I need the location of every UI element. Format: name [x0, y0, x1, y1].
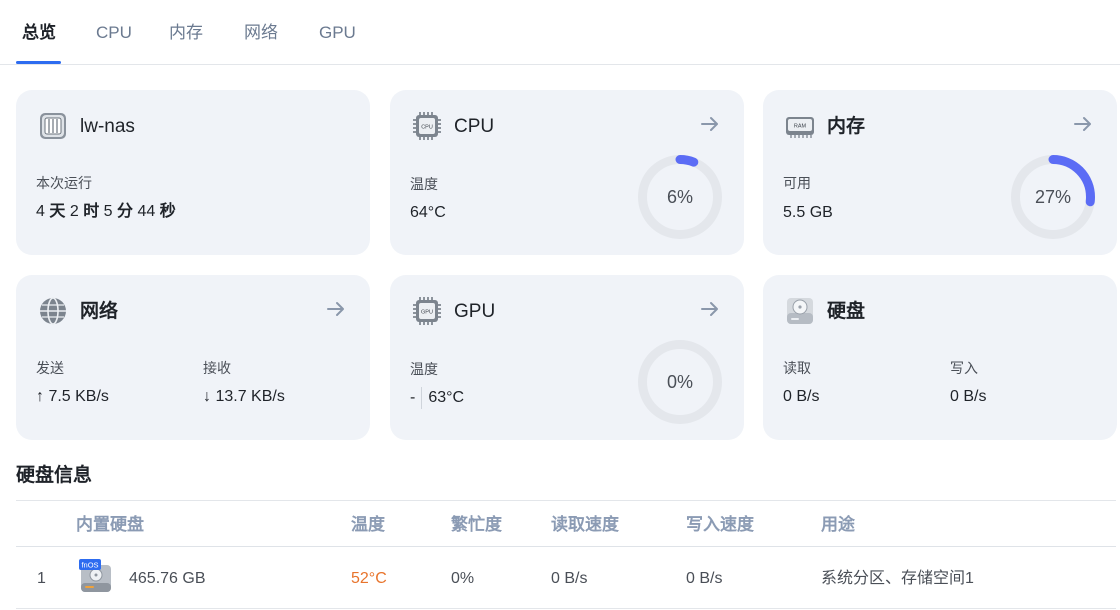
- ram-icon-text: RAM: [794, 124, 807, 130]
- gpu-usage-percent: 0%: [666, 372, 693, 392]
- gpu-temp-label: 温度: [410, 361, 438, 377]
- disk-temp: 52°C: [351, 570, 387, 587]
- memory-title: 内存: [827, 116, 866, 137]
- device-name: lw-nas: [80, 116, 135, 137]
- cpu-title: CPU: [454, 116, 495, 137]
- cpu-usage-percent: 6%: [666, 187, 693, 207]
- col-disk[interactable]: 内置硬盘: [76, 514, 144, 536]
- network-send-label: 发送: [36, 360, 64, 376]
- row-index: 1: [37, 570, 46, 587]
- disk-busy: 0%: [451, 570, 475, 587]
- uptime-label: 本次运行: [36, 175, 92, 191]
- disk-read-value: 0 B/s: [783, 388, 820, 405]
- cpu-chip-icon: CPU: [413, 112, 441, 140]
- memory-available-value: 5.5 GB: [783, 204, 833, 221]
- disk-title: 硬盘: [827, 301, 866, 322]
- memory-card[interactable]: RAM 内存 可用 5.5 GB 27%: [763, 90, 1117, 255]
- active-tab-indicator: [16, 61, 61, 64]
- col-busy[interactable]: 繁忙度: [451, 514, 502, 536]
- tab-network[interactable]: 网络: [244, 22, 278, 44]
- memory-usage-percent: 27%: [1034, 187, 1072, 207]
- system-card: lw-nas 本次运行 4 天 2 时 5 分 44 秒: [16, 90, 370, 255]
- cpu-usage-gauge: 6%: [635, 152, 725, 242]
- cpu-card[interactable]: CPU CPU 温度 64°C 6%: [390, 90, 744, 255]
- network-recv-value: ↓ 13.7 KB/s: [203, 388, 285, 405]
- disk-read-speed: 0 B/s: [551, 570, 588, 587]
- cpu-temp-label: 温度: [410, 176, 438, 192]
- disk-write-speed: 0 B/s: [686, 570, 723, 587]
- tab-bar: 总览 CPU 内存 网络 GPU: [0, 0, 1120, 65]
- network-send-value: ↑ 7.5 KB/s: [36, 388, 109, 405]
- disk-write-label: 写入: [950, 360, 978, 376]
- gpu-temp-value: -63°C: [410, 387, 464, 409]
- cpu-temp-value: 64°C: [410, 204, 446, 221]
- gpu-usage-gauge: 0%: [635, 337, 725, 427]
- network-recv-label: 接收: [203, 360, 231, 376]
- arrow-right-icon[interactable]: [698, 112, 722, 136]
- uptime-value: 4 天 2 时 5 分 44 秒: [36, 203, 176, 220]
- table-header: 内置硬盘 温度 繁忙度 读取速度 写入速度 用途: [16, 500, 1116, 547]
- tab-overview[interactable]: 总览: [22, 22, 56, 44]
- disk-write-value: 0 B/s: [950, 388, 987, 405]
- hard-disk-icon: [787, 298, 813, 324]
- ram-module-icon: RAM: [786, 117, 814, 138]
- tab-memory[interactable]: 内存: [169, 22, 203, 44]
- memory-available-label: 可用: [783, 175, 811, 191]
- arrow-right-icon[interactable]: [324, 297, 348, 321]
- memory-usage-gauge: 27%: [1008, 152, 1098, 242]
- globe-icon: [40, 297, 66, 325]
- network-card[interactable]: 网络 发送 ↑ 7.5 KB/s 接收 ↓ 13.7 KB/s: [16, 275, 370, 440]
- disk-usage: 系统分区、存储空间1: [821, 570, 974, 587]
- col-usage[interactable]: 用途: [821, 514, 855, 536]
- gpu-card[interactable]: GPU GPU 温度 -63°C 0%: [390, 275, 744, 440]
- arrow-right-icon[interactable]: [698, 297, 722, 321]
- table-row[interactable]: 1 fnOS 465.76 GB 52°C 0% 0 B/s 0 B/s 系统分…: [16, 547, 1116, 609]
- tab-cpu[interactable]: CPU: [96, 22, 132, 44]
- gpu-title: GPU: [454, 301, 496, 322]
- fnos-disk-icon: fnOS: [79, 559, 111, 592]
- disk-size: 465.76 GB: [129, 570, 206, 587]
- col-temp[interactable]: 温度: [351, 514, 385, 536]
- fnos-badge-text: fnOS: [81, 561, 98, 570]
- nas-device-icon: [40, 113, 66, 139]
- arrow-right-icon[interactable]: [1071, 112, 1095, 136]
- disk-read-label: 读取: [783, 360, 811, 376]
- network-title: 网络: [80, 301, 119, 322]
- gpu-icon-text: GPU: [421, 310, 433, 316]
- gpu-chip-icon: GPU: [413, 297, 441, 325]
- col-write-speed[interactable]: 写入速度: [686, 514, 754, 536]
- cpu-icon-text: CPU: [421, 125, 433, 131]
- tab-gpu[interactable]: GPU: [319, 22, 356, 44]
- disk-info-title: 硬盘信息: [16, 465, 93, 486]
- col-read-speed[interactable]: 读取速度: [551, 514, 619, 536]
- disk-card: 硬盘 读取 0 B/s 写入 0 B/s: [763, 275, 1117, 440]
